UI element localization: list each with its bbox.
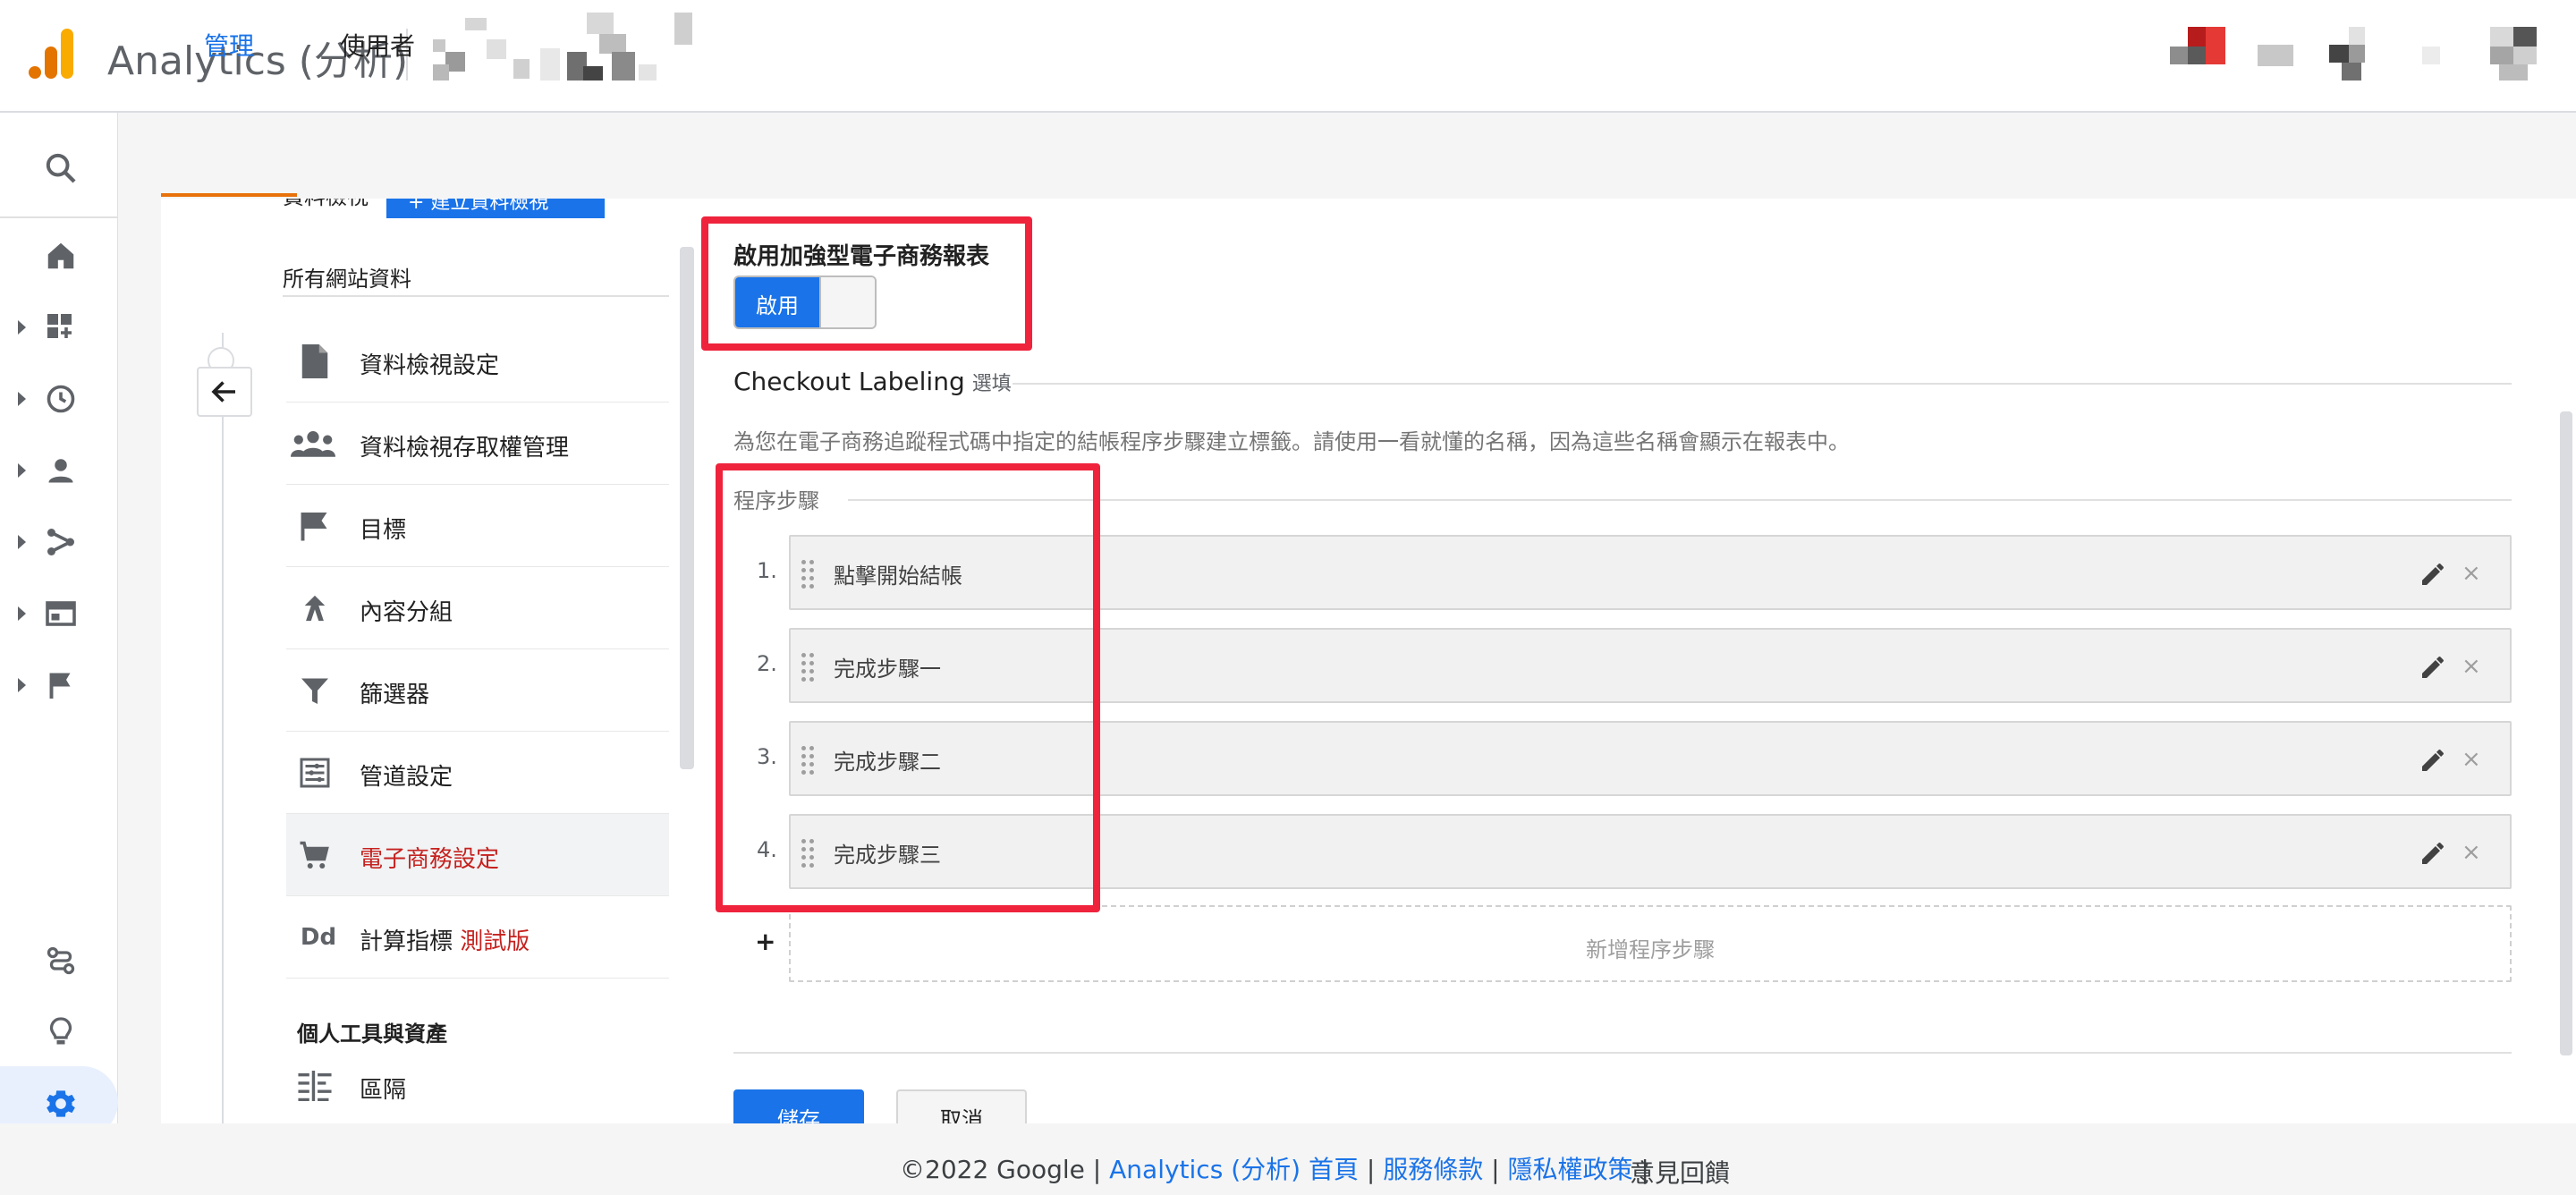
conversions-flag-icon[interactable]	[41, 665, 80, 705]
nav-item-view-settings[interactable]: 資料檢視設定	[286, 320, 669, 403]
footer-link-privacy[interactable]: 隱私權政策	[1507, 1155, 1632, 1184]
footer-link-home[interactable]: Analytics (分析) 首頁	[1109, 1155, 1359, 1184]
tab-users[interactable]: 使用者	[340, 27, 415, 63]
footer-link-terms[interactable]: 服務條款	[1383, 1155, 1483, 1184]
segments-icon	[297, 1068, 333, 1104]
redacted-header-icon-3[interactable]	[2329, 27, 2367, 81]
close-icon[interactable]: ×	[2462, 748, 2481, 771]
nav-item-segments[interactable]: 區隔	[286, 1045, 669, 1127]
admin-tabs	[161, 113, 2576, 199]
edit-pencil-icon[interactable]	[2419, 839, 2447, 868]
dd-icon: Dd	[300, 924, 337, 951]
close-icon[interactable]: ×	[2462, 655, 2481, 678]
plus-icon[interactable]: +	[755, 927, 775, 956]
arrow-left-icon	[211, 381, 235, 403]
behavior-icon[interactable]	[41, 594, 80, 633]
nav-item-calculated-metrics[interactable]: Dd 計算指標 測試版	[286, 896, 669, 979]
add-funnel-step-button[interactable]: 新增程序步驟	[789, 905, 2512, 982]
view-label-partial: 資料檢視	[283, 199, 369, 210]
nav-item-goals[interactable]: 目標	[286, 485, 669, 567]
highlight-box-steps	[716, 463, 1100, 912]
checkout-labeling-title: Checkout Labeling 選填	[733, 367, 1012, 396]
content-grouping-icon	[297, 590, 333, 626]
personal-tools-heading: 個人工具與資產	[297, 1021, 447, 1047]
nav-item-content-grouping[interactable]: 內容分組	[286, 567, 669, 649]
copyright: ©2022 Google	[900, 1155, 1085, 1184]
nav-item-channel-settings[interactable]: 管道設定	[286, 732, 669, 814]
nav-item-ecommerce-settings[interactable]: 電子商務設定	[286, 814, 669, 896]
nav-item-view-access[interactable]: 資料檢視存取權管理	[286, 403, 669, 485]
optional-label: 選填	[971, 373, 1012, 395]
divider	[1013, 383, 2512, 385]
rail-divider	[0, 216, 118, 218]
main-scrollbar[interactable]	[2560, 411, 2572, 1055]
redacted-header-icon-2[interactable]	[2258, 45, 2293, 66]
add-funnel-step-label: 新增程序步驟	[1586, 937, 1715, 962]
divider	[733, 1052, 2512, 1054]
filter-icon	[297, 673, 333, 708]
active-tab-indicator	[161, 193, 297, 197]
edit-pencil-icon[interactable]	[2419, 746, 2447, 775]
search-icon[interactable]	[41, 148, 80, 188]
expand-caret-icon[interactable]	[18, 320, 26, 335]
avatar[interactable]	[2490, 27, 2537, 81]
gear-icon[interactable]	[41, 1084, 80, 1123]
checkout-labeling-label: Checkout Labeling	[733, 367, 965, 396]
view-section-label: 所有網站資料	[283, 267, 411, 292]
divider	[283, 295, 669, 297]
nav-item-filters[interactable]: 篩選器	[286, 649, 669, 732]
redacted-account-name[interactable]	[433, 13, 728, 86]
expand-caret-icon[interactable]	[18, 535, 26, 549]
document-icon	[297, 343, 333, 379]
footer-links: ©2022 Google | Analytics (分析) 首頁 | 服務條款 …	[900, 1155, 1649, 1184]
channel-settings-icon	[297, 755, 333, 791]
cart-icon	[297, 837, 333, 873]
nav-scrollbar[interactable]	[680, 247, 694, 769]
realtime-clock-icon[interactable]	[41, 379, 80, 419]
edit-pencil-icon[interactable]	[2419, 653, 2447, 682]
back-arrow-button[interactable]	[197, 367, 252, 417]
redacted-header-icon-1[interactable]	[2170, 27, 2225, 66]
audience-person-icon[interactable]	[41, 451, 80, 490]
checkout-description: 為您在電子商務追蹤程式碼中指定的結帳程序步驟建立標籤。請使用一看就懂的名稱，因為…	[733, 429, 1850, 454]
close-icon[interactable]: ×	[2462, 841, 2481, 864]
expand-caret-icon[interactable]	[18, 392, 26, 406]
flag-icon	[297, 508, 333, 544]
beta-badge: 測試版	[460, 928, 530, 955]
home-icon[interactable]	[41, 236, 80, 275]
people-icon	[290, 426, 336, 462]
create-view-button[interactable]: + 建立資料檢視	[386, 199, 605, 218]
feedback-link[interactable]: 意見回饋	[1630, 1154, 1730, 1190]
expand-caret-icon[interactable]	[18, 463, 26, 478]
lightbulb-icon[interactable]	[41, 1013, 80, 1052]
expand-caret-icon[interactable]	[18, 606, 26, 621]
tab-admin[interactable]: 管理	[204, 27, 254, 63]
expand-caret-icon[interactable]	[18, 678, 26, 692]
edit-pencil-icon[interactable]	[2419, 560, 2447, 589]
redacted-header-icon-4[interactable]	[2422, 47, 2440, 64]
customization-icon[interactable]	[41, 308, 80, 347]
analytics-logo-icon[interactable]	[27, 27, 77, 81]
attribution-icon[interactable]	[41, 941, 80, 980]
close-icon[interactable]: ×	[2462, 562, 2481, 585]
column-connector-line	[222, 333, 224, 1123]
highlight-box-toggle	[701, 216, 1032, 351]
acquisition-icon[interactable]	[41, 522, 80, 562]
calculated-metrics-label: 計算指標	[360, 928, 453, 955]
